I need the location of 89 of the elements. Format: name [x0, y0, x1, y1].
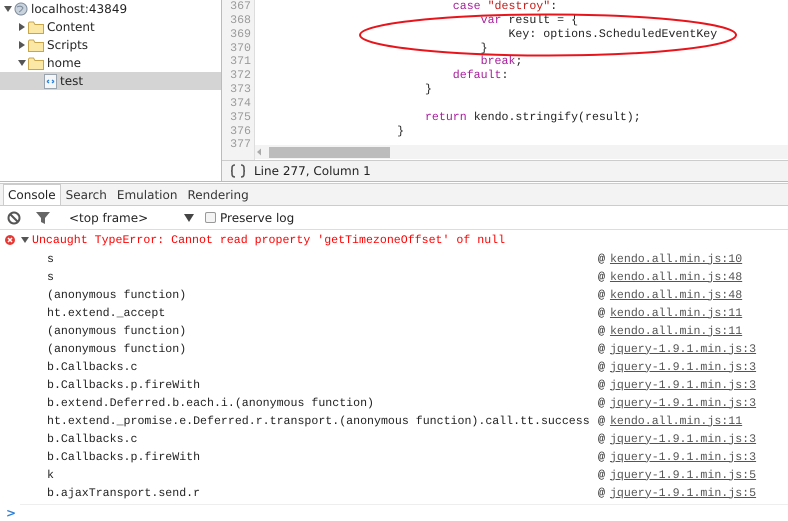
source-link[interactable]: jquery-1.9.1.min.js:3	[610, 378, 756, 392]
at-sign: @	[598, 306, 605, 320]
line-number: 374	[229, 96, 251, 111]
source-link[interactable]: jquery-1.9.1.min.js:5	[610, 468, 756, 482]
collapse-arrow-icon[interactable]	[3, 4, 13, 14]
frame-dropdown[interactable]: <top frame>	[69, 210, 199, 224]
at-sign: @	[598, 450, 605, 464]
tree-item[interactable]: Scripts	[0, 36, 221, 54]
line-number: 370	[229, 42, 251, 56]
dropdown-arrow-icon	[184, 214, 194, 222]
at-sign: @	[598, 468, 605, 482]
source-link[interactable]: jquery-1.9.1.min.js:3	[610, 342, 756, 356]
stack-function: b.Callbacks.c	[47, 360, 138, 374]
source-link[interactable]: jquery-1.9.1.min.js:3	[610, 450, 756, 464]
disclosure-triangle-icon[interactable]	[21, 236, 29, 244]
source-link[interactable]: jquery-1.9.1.min.js:3	[610, 432, 756, 446]
stack-function: (anonymous function)	[47, 324, 188, 338]
folder-icon	[28, 56, 44, 70]
code-line: }	[480, 42, 488, 56]
at-sign: @	[598, 342, 605, 356]
at-sign: @	[598, 414, 605, 428]
at-sign: @	[598, 252, 605, 266]
code-line: }	[396, 124, 404, 138]
line-number: 372	[229, 69, 251, 84]
at-sign: @	[598, 396, 605, 410]
source-link[interactable]: jquery-1.9.1.min.js:5	[610, 486, 756, 500]
preserve-log-checkbox[interactable]: Preserve log	[205, 210, 294, 224]
error-icon	[5, 235, 15, 245]
at-sign: @	[598, 270, 605, 284]
prompt-caret[interactable]: >	[6, 506, 16, 520]
at-sign: @	[598, 378, 605, 392]
line-number: 367	[229, 0, 251, 14]
stack-function: ht.extend._accept	[47, 306, 166, 320]
stack-function: (anonymous function)	[47, 288, 188, 302]
source-link[interactable]: jquery-1.9.1.min.js:3	[610, 396, 756, 410]
source-link[interactable]: kendo.all.min.js:11	[610, 414, 742, 428]
filter-icon[interactable]	[35, 210, 51, 224]
folder-icon	[28, 38, 44, 52]
source-link[interactable]: kendo.all.min.js:48	[610, 270, 742, 284]
code-line: default:	[452, 69, 508, 84]
stack-function: s	[47, 270, 55, 284]
source-link[interactable]: jquery-1.9.1.min.js:3	[610, 360, 756, 374]
stack-function: b.Callbacks.p.fireWith	[47, 450, 202, 464]
at-sign: @	[598, 360, 605, 374]
drawer-tab[interactable]: Console	[3, 184, 61, 205]
stack-function: (anonymous function)	[47, 342, 188, 356]
clear-console-icon[interactable]	[8, 211, 20, 224]
at-sign: @	[598, 432, 605, 446]
line-number: 371	[229, 55, 251, 70]
code-line: Key: options.ScheduledEventKey	[507, 28, 718, 42]
html-file-icon	[44, 74, 57, 88]
source-link[interactable]: kendo.all.min.js:48	[610, 288, 742, 302]
drawer-tab[interactable]: Rendering	[182, 184, 254, 205]
line-number: 377	[229, 138, 251, 152]
line-number: 368	[229, 14, 251, 28]
stack-function: k	[47, 468, 55, 482]
source-link[interactable]: kendo.all.min.js:11	[610, 306, 742, 320]
globe-icon	[14, 2, 28, 16]
stack-function: b.Callbacks.p.fireWith	[47, 378, 202, 392]
code-line: case "destroy":	[452, 0, 558, 14]
code-line: }	[424, 83, 432, 97]
tree-item[interactable]: home	[0, 54, 221, 72]
source-link[interactable]: kendo.all.min.js:11	[610, 324, 742, 338]
cursor-position: Line 277, Column 1	[254, 164, 371, 178]
code-line: break;	[480, 55, 522, 70]
stack-function: b.ajaxTransport.send.r	[47, 486, 202, 500]
tree-item[interactable]: localhost:43849	[0, 0, 221, 18]
line-number: 373	[229, 83, 251, 97]
line-number: 369	[229, 28, 251, 42]
line-number: 376	[229, 124, 251, 138]
error-message: Uncaught TypeError: Cannot read property 'getTimezoneOffset' of null	[32, 234, 506, 246]
stack-function: ht.extend._promise.e.Deferred.r.transport.(anonymous function).call.tt.success	[47, 414, 591, 428]
line-number: 375	[229, 110, 251, 125]
at-sign: @	[598, 324, 605, 338]
tree-item[interactable]: test	[0, 72, 221, 90]
at-sign: @	[598, 288, 605, 302]
at-sign: @	[598, 486, 605, 500]
tree-item[interactable]: Content	[0, 18, 221, 36]
code-line: return kendo.stringify(result);	[424, 110, 641, 125]
folder-icon	[28, 20, 44, 34]
collapse-arrow-icon[interactable]	[17, 58, 27, 68]
stack-function: b.extend.Deferred.b.each.i.(anonymous function)	[47, 396, 375, 410]
horizontal-scrollbar[interactable]	[255, 145, 788, 159]
stack-function: s	[47, 252, 55, 266]
drawer-tab[interactable]: Search	[60, 184, 112, 205]
stack-function: b.Callbacks.c	[47, 432, 138, 446]
pretty-print-icon[interactable]	[230, 164, 246, 178]
drawer-tab[interactable]: Emulation	[112, 184, 182, 205]
source-link[interactable]: kendo.all.min.js:10	[610, 252, 742, 266]
